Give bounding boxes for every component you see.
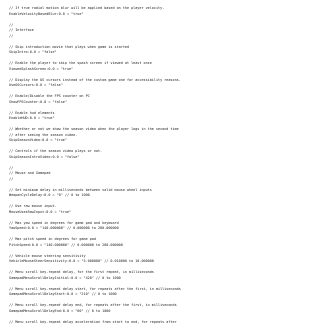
comment-line: // Menu scroll key-repeat delay accelera… [9, 319, 177, 324]
config-file-text: // If true radial motion blur will be ap… [9, 6, 249, 325]
